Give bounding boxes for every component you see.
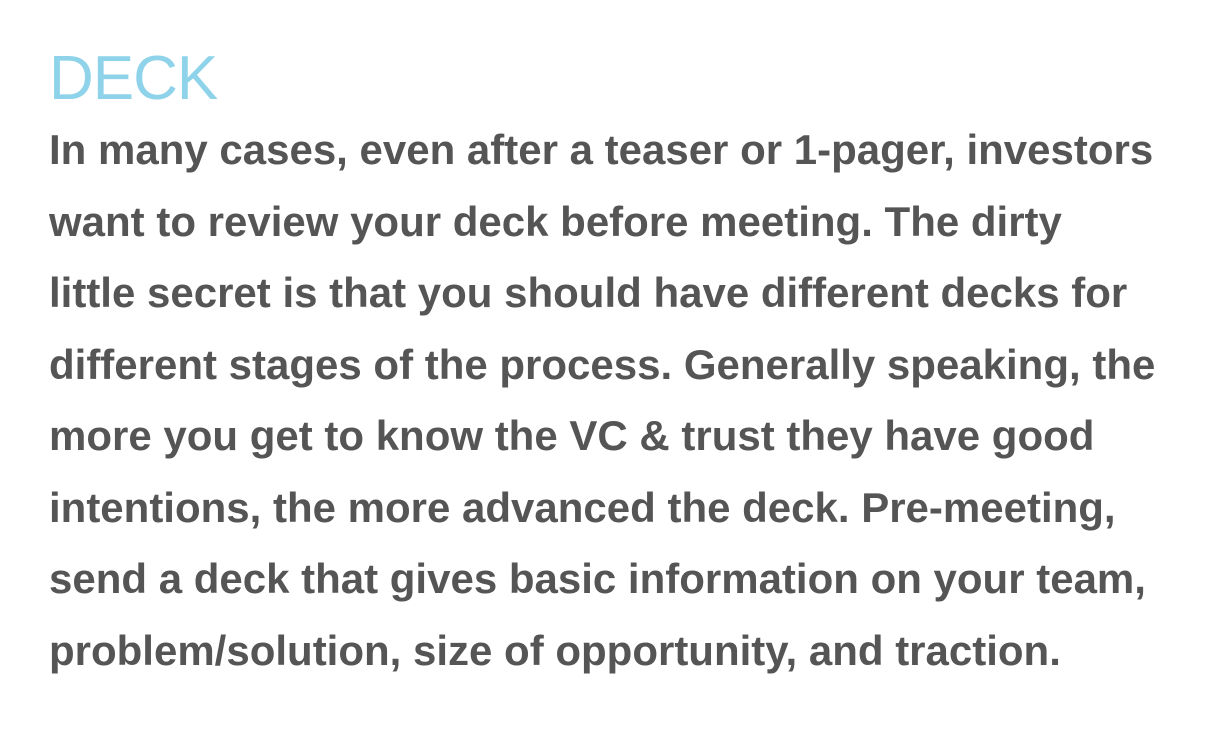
paragraph-line-7: send a deck that gives basic information… xyxy=(49,555,1146,602)
paragraph-line-1: In many cases, even after a teaser or 1-… xyxy=(49,126,1154,173)
section-paragraph: In many cases, even after a teaser or 1-… xyxy=(49,114,1219,686)
paragraph-line-5: more you get to know the VC & trust they… xyxy=(49,412,1095,459)
paragraph-line-4: different stages of the process. General… xyxy=(49,340,1156,388)
paragraph-line-8: problem/solution, size of opportunity, a… xyxy=(49,626,1061,674)
paragraph-line-2: want to review your deck before meeting.… xyxy=(49,197,1062,245)
paragraph-line-6: intentions, the more advanced the deck. … xyxy=(49,483,1116,531)
paragraph-line-3: little secret is that you should have di… xyxy=(49,269,1128,316)
section-heading: DECK xyxy=(49,44,218,113)
deck-section: DECK In many cases, even after a teaser … xyxy=(49,44,1219,686)
